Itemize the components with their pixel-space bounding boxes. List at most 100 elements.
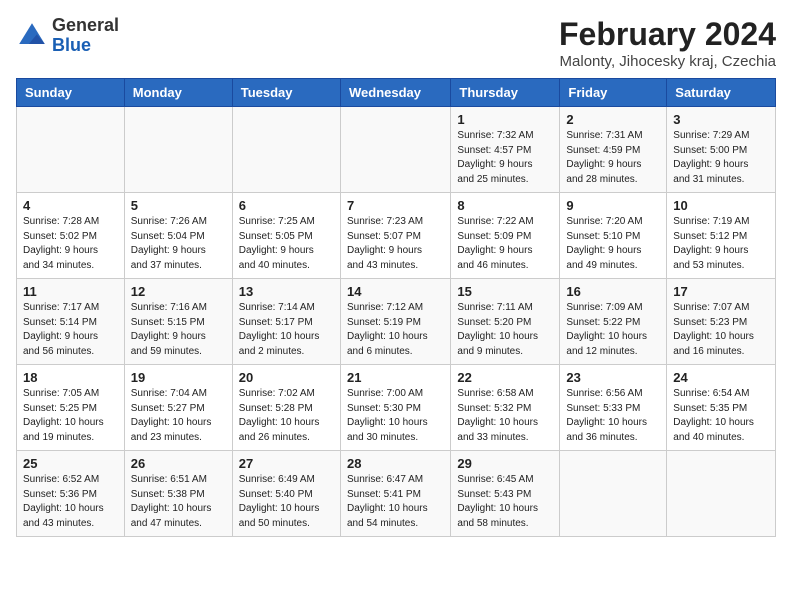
calendar-cell: 27 Sunrise: 6:49 AM Sunset: 5:40 PM Dayli…: [232, 451, 340, 537]
day-number: 20: [239, 370, 334, 385]
calendar-cell: 19 Sunrise: 7:04 AM Sunset: 5:27 PM Dayli…: [124, 365, 232, 451]
day-info: Sunrise: 7:22 AM Sunset: 5:09 PM Dayligh…: [457, 215, 553, 273]
calendar-cell: 15 Sunrise: 7:11 AM Sunset: 5:20 PM Dayli…: [451, 279, 560, 365]
day-info: Sunrise: 6:56 AM Sunset: 5:33 PM Dayligh…: [566, 387, 660, 445]
day-number: 28: [347, 456, 444, 471]
calendar-cell: 20Sunrise: 7:02 AM Sunset: 5:28 PM Dayli…: [232, 365, 340, 451]
calendar-week-1: 1 Sunrise: 7:32 AM Sunset: 4:57 PM Daylig…: [17, 107, 776, 193]
calendar-header-row: SundayMondayTuesdayWednesdayThursdayFrid…: [17, 79, 776, 107]
calendar-cell: 9 Sunrise: 7:20 AM Sunset: 5:10 PM Daylig…: [560, 193, 667, 279]
calendar-cell: 13 Sunrise: 7:14 AM Sunset: 5:17 PM Dayli…: [232, 279, 340, 365]
day-info: Sunrise: 6:51 AM Sunset: 5:38 PM Dayligh…: [131, 473, 226, 531]
calendar-cell: 25 Sunrise: 6:52 AM Sunset: 5:36 PM Dayli…: [17, 451, 125, 537]
day-number: 15: [457, 284, 553, 299]
calendar-cell: 7 Sunrise: 7:23 AM Sunset: 5:07 PM Daylig…: [340, 193, 450, 279]
calendar-week-5: 25 Sunrise: 6:52 AM Sunset: 5:36 PM Dayli…: [17, 451, 776, 537]
day-info: Sunrise: 7:31 AM Sunset: 4:59 PM Dayligh…: [566, 129, 660, 187]
calendar-cell: [560, 451, 667, 537]
day-info: Sunrise: 7:17 AM Sunset: 5:14 PM Dayligh…: [23, 301, 118, 359]
logo: General Blue: [16, 16, 119, 56]
day-number: 7: [347, 198, 444, 213]
day-number: 29: [457, 456, 553, 471]
calendar-cell: 11Sunrise: 7:17 AM Sunset: 5:14 PM Dayli…: [17, 279, 125, 365]
day-info: Sunrise: 7:09 AM Sunset: 5:22 PM Dayligh…: [566, 301, 660, 359]
day-number: 4: [23, 198, 118, 213]
day-number: 3: [673, 112, 769, 127]
day-info: Sunrise: 7:04 AM Sunset: 5:27 PM Dayligh…: [131, 387, 226, 445]
calendar-cell: 5 Sunrise: 7:26 AM Sunset: 5:04 PM Daylig…: [124, 193, 232, 279]
day-header-monday: Monday: [124, 79, 232, 107]
day-info: Sunrise: 7:05 AM Sunset: 5:25 PM Dayligh…: [23, 387, 118, 445]
day-info: Sunrise: 7:25 AM Sunset: 5:05 PM Dayligh…: [239, 215, 334, 273]
calendar-cell: 29 Sunrise: 6:45 AM Sunset: 5:43 PM Dayli…: [451, 451, 560, 537]
day-info: Sunrise: 6:58 AM Sunset: 5:32 PM Dayligh…: [457, 387, 553, 445]
location: Malonty, Jihocesky kraj, Czechia: [559, 53, 776, 70]
month-year: February 2024: [559, 16, 776, 53]
day-info: Sunrise: 7:14 AM Sunset: 5:17 PM Dayligh…: [239, 301, 334, 359]
day-info: Sunrise: 7:29 AM Sunset: 5:00 PM Dayligh…: [673, 129, 769, 187]
day-number: 1: [457, 112, 553, 127]
day-number: 9: [566, 198, 660, 213]
day-info: Sunrise: 7:23 AM Sunset: 5:07 PM Dayligh…: [347, 215, 444, 273]
day-info: Sunrise: 6:49 AM Sunset: 5:40 PM Dayligh…: [239, 473, 334, 531]
day-info: Sunrise: 7:16 AM Sunset: 5:15 PM Dayligh…: [131, 301, 226, 359]
title-block: February 2024 Malonty, Jihocesky kraj, C…: [559, 16, 776, 70]
day-header-saturday: Saturday: [667, 79, 776, 107]
calendar-week-2: 4 Sunrise: 7:28 AM Sunset: 5:02 PM Daylig…: [17, 193, 776, 279]
calendar-cell: 6 Sunrise: 7:25 AM Sunset: 5:05 PM Daylig…: [232, 193, 340, 279]
day-number: 23: [566, 370, 660, 385]
day-info: Sunrise: 7:28 AM Sunset: 5:02 PM Dayligh…: [23, 215, 118, 273]
day-info: Sunrise: 7:19 AM Sunset: 5:12 PM Dayligh…: [673, 215, 769, 273]
day-info: Sunrise: 6:45 AM Sunset: 5:43 PM Dayligh…: [457, 473, 553, 531]
day-header-tuesday: Tuesday: [232, 79, 340, 107]
calendar-cell: 18 Sunrise: 7:05 AM Sunset: 5:25 PM Dayli…: [17, 365, 125, 451]
calendar-cell: [124, 107, 232, 193]
page-header: General Blue February 2024 Malonty, Jiho…: [16, 16, 776, 70]
calendar-cell: 3 Sunrise: 7:29 AM Sunset: 5:00 PM Daylig…: [667, 107, 776, 193]
calendar-cell: 1 Sunrise: 7:32 AM Sunset: 4:57 PM Daylig…: [451, 107, 560, 193]
day-info: Sunrise: 6:52 AM Sunset: 5:36 PM Dayligh…: [23, 473, 118, 531]
calendar-cell: 2Sunrise: 7:31 AM Sunset: 4:59 PM Daylig…: [560, 107, 667, 193]
calendar-cell: 17Sunrise: 7:07 AM Sunset: 5:23 PM Dayli…: [667, 279, 776, 365]
day-header-thursday: Thursday: [451, 79, 560, 107]
day-header-sunday: Sunday: [17, 79, 125, 107]
day-number: 26: [131, 456, 226, 471]
calendar-cell: 26 Sunrise: 6:51 AM Sunset: 5:38 PM Dayli…: [124, 451, 232, 537]
day-number: 5: [131, 198, 226, 213]
day-number: 19: [131, 370, 226, 385]
day-number: 8: [457, 198, 553, 213]
day-info: Sunrise: 7:26 AM Sunset: 5:04 PM Dayligh…: [131, 215, 226, 273]
day-number: 6: [239, 198, 334, 213]
calendar-cell: 4 Sunrise: 7:28 AM Sunset: 5:02 PM Daylig…: [17, 193, 125, 279]
calendar-cell: 8 Sunrise: 7:22 AM Sunset: 5:09 PM Daylig…: [451, 193, 560, 279]
day-number: 25: [23, 456, 118, 471]
calendar-week-3: 11Sunrise: 7:17 AM Sunset: 5:14 PM Dayli…: [17, 279, 776, 365]
logo-text: General Blue: [52, 16, 119, 56]
day-number: 16: [566, 284, 660, 299]
calendar-cell: 12Sunrise: 7:16 AM Sunset: 5:15 PM Dayli…: [124, 279, 232, 365]
day-number: 14: [347, 284, 444, 299]
day-number: 21: [347, 370, 444, 385]
day-number: 22: [457, 370, 553, 385]
calendar-cell: 22 Sunrise: 6:58 AM Sunset: 5:32 PM Dayli…: [451, 365, 560, 451]
calendar-cell: 28Sunrise: 6:47 AM Sunset: 5:41 PM Dayli…: [340, 451, 450, 537]
day-number: 24: [673, 370, 769, 385]
calendar-cell: [667, 451, 776, 537]
day-info: Sunrise: 7:07 AM Sunset: 5:23 PM Dayligh…: [673, 301, 769, 359]
calendar-cell: 21 Sunrise: 7:00 AM Sunset: 5:30 PM Dayli…: [340, 365, 450, 451]
day-info: Sunrise: 7:12 AM Sunset: 5:19 PM Dayligh…: [347, 301, 444, 359]
day-number: 18: [23, 370, 118, 385]
calendar-cell: [232, 107, 340, 193]
day-info: Sunrise: 6:54 AM Sunset: 5:35 PM Dayligh…: [673, 387, 769, 445]
calendar-cell: [340, 107, 450, 193]
calendar-cell: 16 Sunrise: 7:09 AM Sunset: 5:22 PM Dayli…: [560, 279, 667, 365]
day-header-friday: Friday: [560, 79, 667, 107]
calendar-body: 1 Sunrise: 7:32 AM Sunset: 4:57 PM Daylig…: [17, 107, 776, 537]
day-number: 10: [673, 198, 769, 213]
day-info: Sunrise: 7:20 AM Sunset: 5:10 PM Dayligh…: [566, 215, 660, 273]
day-number: 13: [239, 284, 334, 299]
day-number: 27: [239, 456, 334, 471]
day-info: Sunrise: 7:11 AM Sunset: 5:20 PM Dayligh…: [457, 301, 553, 359]
day-info: Sunrise: 7:00 AM Sunset: 5:30 PM Dayligh…: [347, 387, 444, 445]
day-info: Sunrise: 7:32 AM Sunset: 4:57 PM Dayligh…: [457, 129, 553, 187]
